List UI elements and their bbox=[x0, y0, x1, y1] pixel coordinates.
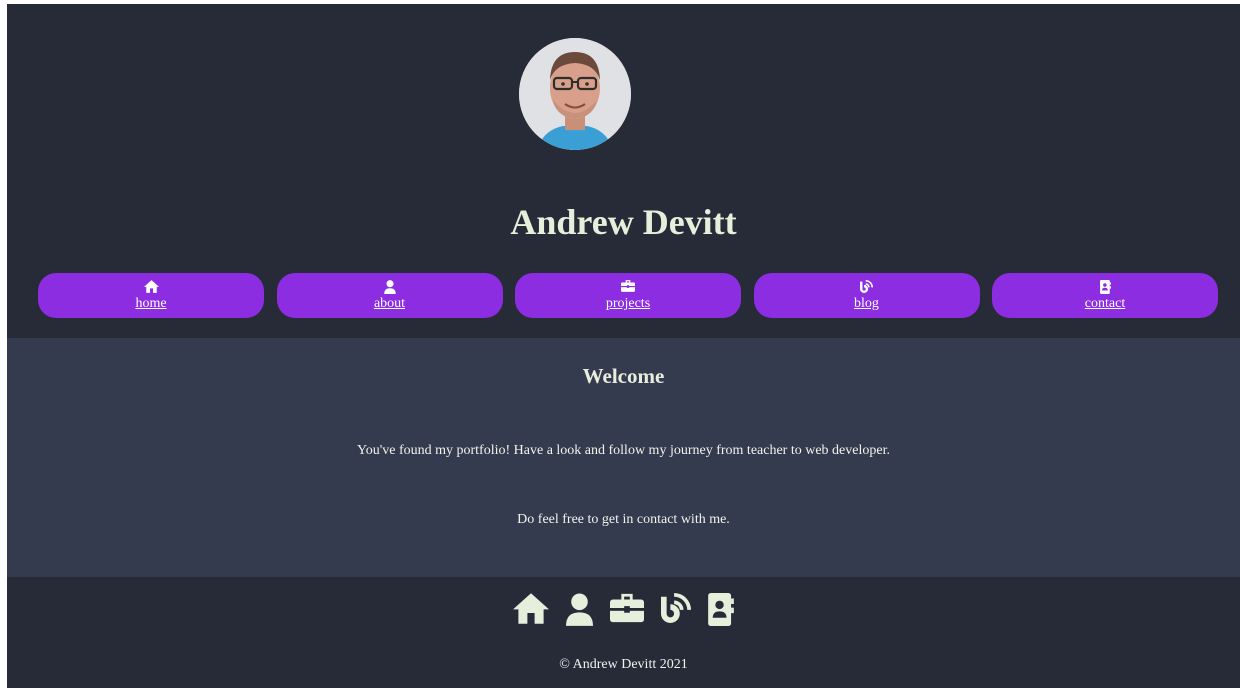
nav-label-blog: blog bbox=[854, 296, 879, 311]
footer-nav bbox=[7, 593, 1240, 626]
nav-label-projects: projects bbox=[605, 296, 651, 311]
contact-book-icon[interactable] bbox=[708, 593, 734, 626]
nav-item-blog[interactable]: blog bbox=[753, 273, 980, 318]
copyright-text: © Andrew Devitt 2021 bbox=[559, 657, 688, 672]
page: Andrew Devitt home about projects blog c… bbox=[7, 4, 1240, 688]
contact-book-icon bbox=[1099, 280, 1111, 295]
briefcase-icon bbox=[621, 280, 635, 295]
nav-label-home: home bbox=[135, 296, 167, 311]
site-header: Andrew Devitt home about projects blog c… bbox=[7, 4, 1240, 338]
nav-item-projects[interactable]: projects bbox=[515, 273, 741, 318]
welcome-heading: Welcome bbox=[582, 364, 665, 388]
main-content: Welcome You've found my portfolio! Have … bbox=[7, 338, 1240, 577]
user-icon bbox=[383, 280, 396, 295]
intro-paragraph: You've found my portfolio! Have a look a… bbox=[357, 443, 890, 458]
nav-item-home[interactable]: home bbox=[38, 273, 264, 318]
nav-label-about: about bbox=[373, 296, 406, 311]
nav-label-contact: contact bbox=[1084, 296, 1126, 311]
briefcase-icon[interactable] bbox=[610, 593, 644, 626]
profile-photo bbox=[519, 38, 631, 150]
site-title: Andrew Devitt bbox=[510, 202, 737, 242]
home-icon bbox=[143, 280, 159, 295]
blog-icon bbox=[860, 280, 873, 295]
site-footer: © Andrew Devitt 2021 bbox=[7, 577, 1240, 688]
nav-item-contact[interactable]: contact bbox=[992, 273, 1218, 318]
nav-item-about[interactable]: about bbox=[276, 273, 503, 318]
main-nav: home about projects blog contact bbox=[38, 273, 1218, 319]
blog-icon[interactable] bbox=[661, 593, 691, 626]
user-icon[interactable] bbox=[566, 593, 593, 626]
contact-paragraph: Do feel free to get in contact with me. bbox=[517, 512, 730, 527]
home-icon[interactable] bbox=[513, 593, 549, 626]
